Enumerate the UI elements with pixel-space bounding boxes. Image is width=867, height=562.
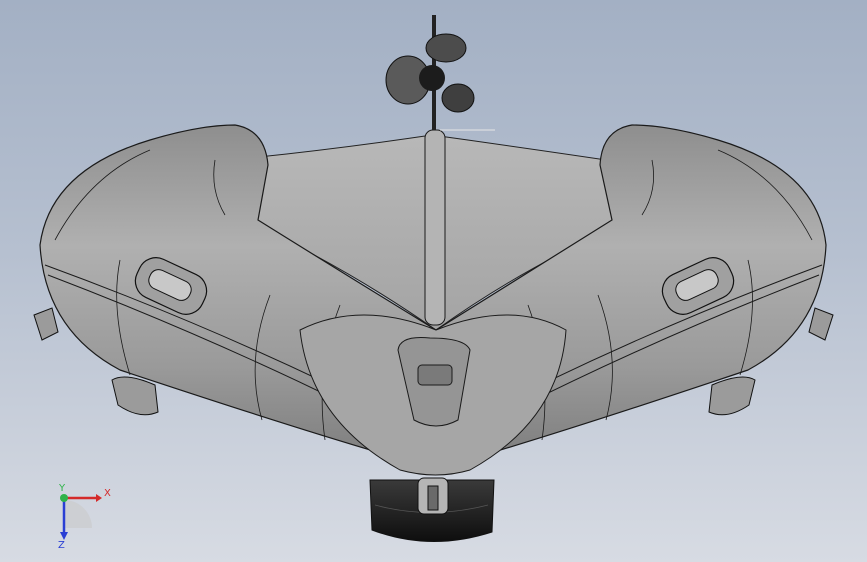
- x-axis-label: X: [104, 488, 111, 499]
- orientation-triad[interactable]: X Y Z: [44, 480, 114, 550]
- z-axis-arrowhead: [60, 532, 68, 540]
- model-canvas[interactable]: [0, 0, 867, 562]
- triad-plane: [64, 500, 92, 528]
- x-axis-arrowhead: [96, 494, 102, 502]
- cad-viewport[interactable]: X Y Z: [0, 0, 867, 562]
- y-axis-dot: [60, 494, 68, 502]
- z-axis-label: Z: [58, 540, 65, 550]
- bow-eye: [417, 477, 449, 515]
- y-axis-label: Y: [58, 483, 66, 494]
- propeller: [385, 33, 475, 113]
